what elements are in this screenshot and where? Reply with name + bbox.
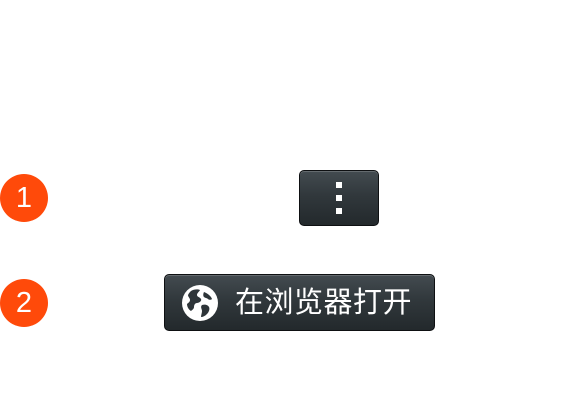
globe-icon [182,285,218,321]
instruction-canvas: 1 2 在浏览器打开 [0,0,565,411]
step-2-badge: 2 [0,279,48,327]
vertical-ellipsis-icon [336,182,342,214]
step-1-badge: 1 [0,174,48,222]
more-options-button[interactable] [299,170,379,226]
open-in-browser-label: 在浏览器打开 [235,285,413,319]
open-in-browser-button[interactable]: 在浏览器打开 [164,274,435,331]
